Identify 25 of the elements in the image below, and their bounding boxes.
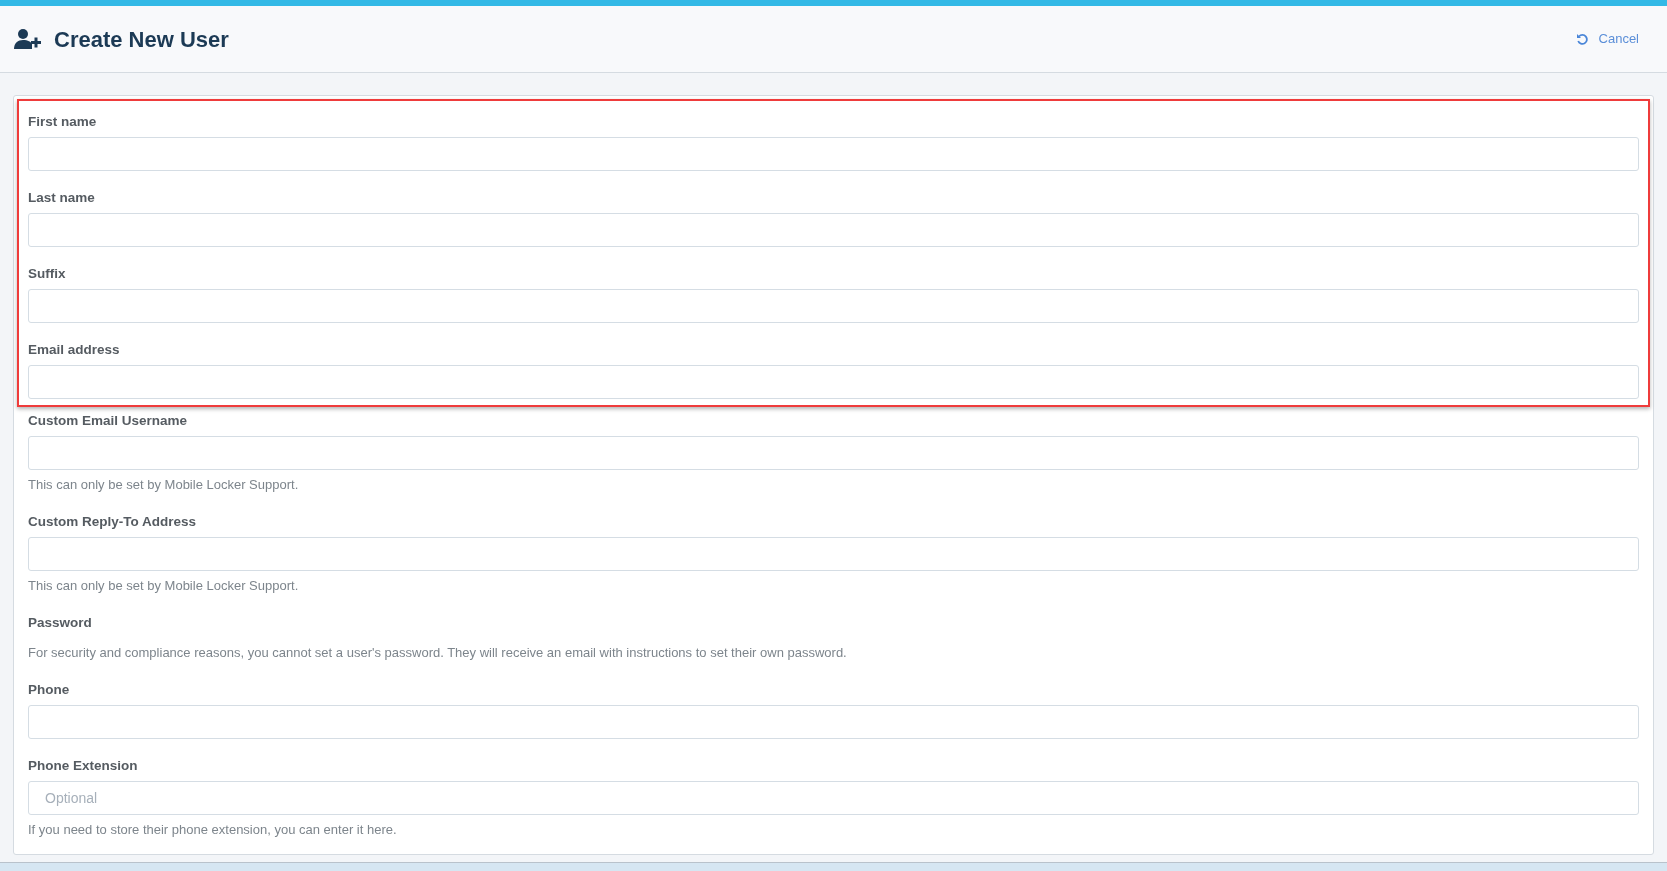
field-label: Custom Reply-To Address [28,513,198,531]
input-field[interactable] [28,289,1639,323]
input-field[interactable] [28,365,1639,399]
input-field[interactable] [28,436,1639,470]
input-field[interactable] [28,213,1639,247]
help-text: This can only be set by Mobile Locker Support. [28,577,300,595]
page-title: Create New User [54,25,229,54]
help-text: If you need to store their phone extension, you can enter it here. [28,821,398,839]
field-label: Email address [28,341,121,359]
input-field[interactable] [28,705,1639,739]
field-label: Custom Email Username [28,412,189,430]
field-label: Suffix [28,265,67,283]
help-text: For security and compliance reasons, you cannot set a user's password. They will receive an email with instructions to set their own password. [28,644,848,662]
input-field[interactable] [28,137,1639,171]
undo-icon [1575,32,1589,46]
field-label: Password [28,614,93,632]
field-label: Phone [28,681,71,699]
field-label: Last name [28,189,96,207]
input-field[interactable]: Optional [28,781,1639,815]
input-field[interactable] [28,537,1639,571]
help-text: This can only be set by Mobile Locker Support. [28,476,300,494]
cancel-link[interactable]: Cancel [1575,29,1639,49]
field-label: First name [28,113,98,131]
field-label: Phone Extension [28,757,139,775]
add-user-icon [14,28,42,50]
